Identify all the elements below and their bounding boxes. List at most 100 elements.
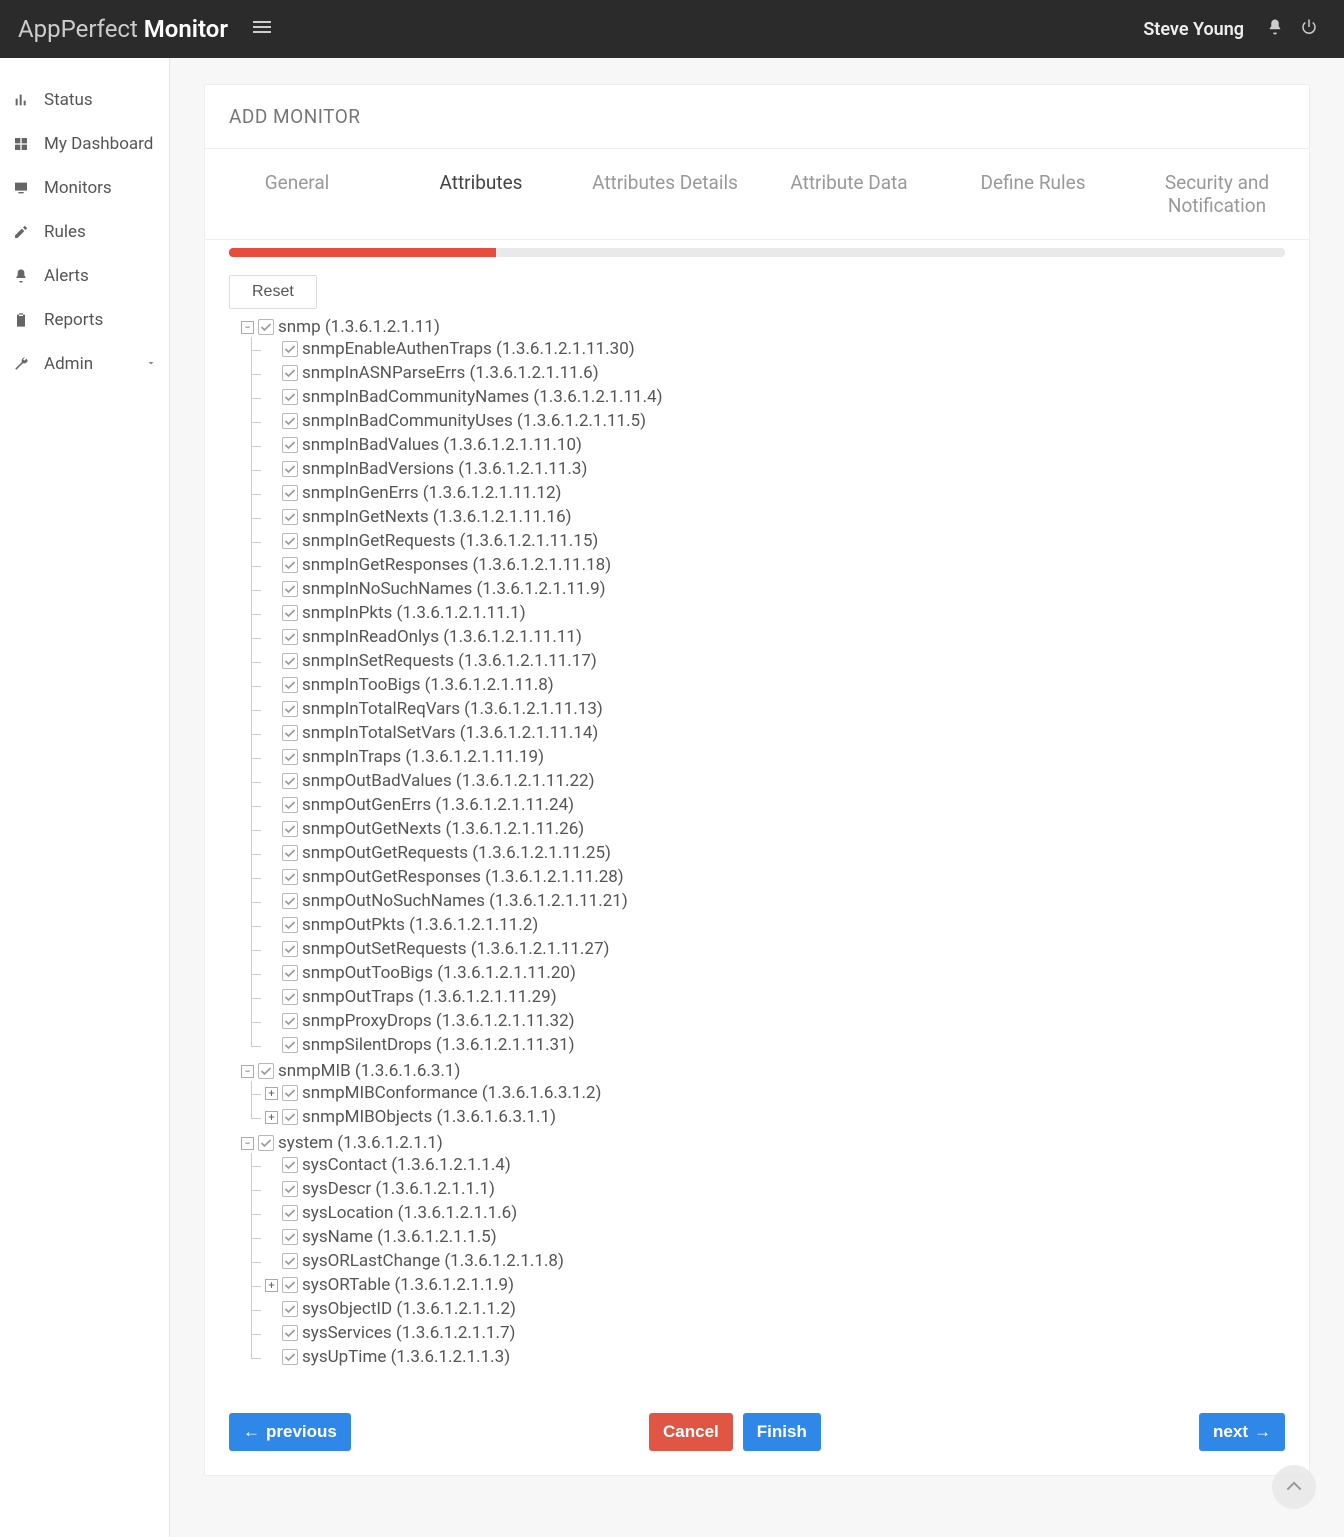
tree-node-label[interactable]: sysUpTime (1.3.6.1.2.1.1.3)	[302, 1347, 510, 1367]
sidebar-item-alerts[interactable]: Alerts	[0, 254, 169, 298]
menu-toggle-icon[interactable]	[250, 15, 274, 44]
tree-checkbox[interactable]	[282, 893, 298, 909]
tree-node-label[interactable]: snmpInTraps (1.3.6.1.2.1.11.19)	[302, 747, 544, 767]
tree-checkbox[interactable]	[258, 319, 274, 335]
tree-checkbox[interactable]	[258, 1135, 274, 1151]
bell-icon[interactable]	[1266, 18, 1284, 41]
wizard-tab-define-rules[interactable]: Define Rules	[941, 149, 1125, 239]
tree-checkbox[interactable]	[282, 365, 298, 381]
reset-button[interactable]: Reset	[229, 275, 317, 309]
tree-node-label[interactable]: snmpInGetRequests (1.3.6.1.2.1.11.15)	[302, 531, 598, 551]
tree-checkbox[interactable]	[282, 1205, 298, 1221]
tree-node-label[interactable]: snmpOutGetRequests (1.3.6.1.2.1.11.25)	[302, 843, 611, 863]
tree-node-label[interactable]: snmpProxyDrops (1.3.6.1.2.1.11.32)	[302, 1011, 575, 1031]
tree-checkbox[interactable]	[258, 1063, 274, 1079]
tree-node-label[interactable]: snmpOutSetRequests (1.3.6.1.2.1.11.27)	[302, 939, 609, 959]
tree-checkbox[interactable]	[282, 1037, 298, 1053]
sidebar-item-rules[interactable]: Rules	[0, 210, 169, 254]
tree-checkbox[interactable]	[282, 749, 298, 765]
tree-checkbox[interactable]	[282, 845, 298, 861]
tree-node-label[interactable]: snmpOutTraps (1.3.6.1.2.1.11.29)	[302, 987, 557, 1007]
tree-node-label[interactable]: snmpMIB (1.3.6.1.6.3.1)	[278, 1061, 460, 1081]
tree-checkbox[interactable]	[282, 485, 298, 501]
tree-checkbox[interactable]	[282, 1181, 298, 1197]
tree-node-label[interactable]: sysServices (1.3.6.1.2.1.1.7)	[302, 1323, 515, 1343]
tree-node-label[interactable]: snmpOutNoSuchNames (1.3.6.1.2.1.11.21)	[302, 891, 628, 911]
tree-checkbox[interactable]	[282, 773, 298, 789]
tree-checkbox[interactable]	[282, 605, 298, 621]
tree-node-label[interactable]: snmpOutPkts (1.3.6.1.2.1.11.2)	[302, 915, 538, 935]
finish-button[interactable]: Finish	[743, 1413, 821, 1451]
tree-expand-icon[interactable]	[265, 1279, 278, 1292]
tree-checkbox[interactable]	[282, 437, 298, 453]
tree-collapse-icon[interactable]	[241, 321, 254, 334]
wizard-tab-attributes-details[interactable]: Attributes Details	[573, 149, 757, 239]
scroll-top-button[interactable]	[1272, 1465, 1316, 1509]
tree-node-label[interactable]: snmpInGetNexts (1.3.6.1.2.1.11.16)	[302, 507, 572, 527]
tree-node-label[interactable]: snmpEnableAuthenTraps (1.3.6.1.2.1.11.30…	[302, 339, 635, 359]
sidebar-item-status[interactable]: Status	[0, 78, 169, 122]
wizard-tab-general[interactable]: General	[205, 149, 389, 239]
tree-node-label[interactable]: snmpInPkts (1.3.6.1.2.1.11.1)	[302, 603, 526, 623]
tree-node-label[interactable]: snmpInBadCommunityUses (1.3.6.1.2.1.11.5…	[302, 411, 646, 431]
tree-checkbox[interactable]	[282, 1109, 298, 1125]
tree-node-label[interactable]: sysORLastChange (1.3.6.1.2.1.1.8)	[302, 1251, 564, 1271]
tree-node-label[interactable]: sysDescr (1.3.6.1.2.1.1.1)	[302, 1179, 495, 1199]
tree-node-label[interactable]: sysName (1.3.6.1.2.1.1.5)	[302, 1227, 497, 1247]
tree-checkbox[interactable]	[282, 941, 298, 957]
tree-checkbox[interactable]	[282, 509, 298, 525]
tree-checkbox[interactable]	[282, 461, 298, 477]
tree-node-label[interactable]: snmpOutBadValues (1.3.6.1.2.1.11.22)	[302, 771, 595, 791]
sidebar-item-admin[interactable]: Admin	[0, 342, 169, 386]
tree-node-label[interactable]: snmpOutGenErrs (1.3.6.1.2.1.11.24)	[302, 795, 574, 815]
wizard-tab-attribute-data[interactable]: Attribute Data	[757, 149, 941, 239]
tree-node-label[interactable]: snmpOutGetResponses (1.3.6.1.2.1.11.28)	[302, 867, 624, 887]
tree-checkbox[interactable]	[282, 581, 298, 597]
tree-node-label[interactable]: snmpInTotalSetVars (1.3.6.1.2.1.11.14)	[302, 723, 598, 743]
tree-checkbox[interactable]	[282, 917, 298, 933]
tree-checkbox[interactable]	[282, 701, 298, 717]
tree-checkbox[interactable]	[282, 869, 298, 885]
tree-node-label[interactable]: snmpInASNParseErrs (1.3.6.1.2.1.11.6)	[302, 363, 599, 383]
sidebar-item-my-dashboard[interactable]: My Dashboard	[0, 122, 169, 166]
tree-collapse-icon[interactable]	[241, 1137, 254, 1150]
tree-node-label[interactable]: snmpInBadValues (1.3.6.1.2.1.11.10)	[302, 435, 582, 455]
tree-checkbox[interactable]	[282, 1253, 298, 1269]
tree-checkbox[interactable]	[282, 413, 298, 429]
tree-expand-icon[interactable]	[265, 1111, 278, 1124]
cancel-button[interactable]: Cancel	[649, 1413, 733, 1451]
tree-node-label[interactable]: sysLocation (1.3.6.1.2.1.1.6)	[302, 1203, 517, 1223]
tree-checkbox[interactable]	[282, 653, 298, 669]
tree-checkbox[interactable]	[282, 725, 298, 741]
tree-checkbox[interactable]	[282, 1013, 298, 1029]
tree-checkbox[interactable]	[282, 965, 298, 981]
tree-node-label[interactable]: snmp (1.3.6.1.2.1.11)	[278, 317, 440, 337]
tree-checkbox[interactable]	[282, 557, 298, 573]
tree-checkbox[interactable]	[282, 341, 298, 357]
tree-node-label[interactable]: snmpOutTooBigs (1.3.6.1.2.1.11.20)	[302, 963, 576, 983]
tree-checkbox[interactable]	[282, 1349, 298, 1365]
tree-node-label[interactable]: system (1.3.6.1.2.1.1)	[278, 1133, 443, 1153]
tree-collapse-icon[interactable]	[241, 1065, 254, 1078]
tree-node-label[interactable]: snmpSilentDrops (1.3.6.1.2.1.11.31)	[302, 1035, 575, 1055]
tree-expand-icon[interactable]	[265, 1087, 278, 1100]
wizard-tab-security-and-notification[interactable]: Security and Notification	[1125, 149, 1309, 239]
tree-node-label[interactable]: snmpOutGetNexts (1.3.6.1.2.1.11.26)	[302, 819, 584, 839]
tree-node-label[interactable]: snmpMIBConformance (1.3.6.1.6.3.1.2)	[302, 1083, 601, 1103]
tree-checkbox[interactable]	[282, 1085, 298, 1101]
tree-node-label[interactable]: snmpInSetRequests (1.3.6.1.2.1.11.17)	[302, 651, 597, 671]
tree-checkbox[interactable]	[282, 989, 298, 1005]
tree-node-label[interactable]: snmpInGetResponses (1.3.6.1.2.1.11.18)	[302, 555, 611, 575]
power-icon[interactable]	[1300, 18, 1318, 41]
sidebar-item-reports[interactable]: Reports	[0, 298, 169, 342]
tree-node-label[interactable]: snmpInBadVersions (1.3.6.1.2.1.11.3)	[302, 459, 587, 479]
next-button[interactable]: next →	[1199, 1413, 1285, 1451]
tree-node-label[interactable]: snmpInReadOnlys (1.3.6.1.2.1.11.11)	[302, 627, 582, 647]
tree-checkbox[interactable]	[282, 797, 298, 813]
tree-node-label[interactable]: sysContact (1.3.6.1.2.1.1.4)	[302, 1155, 511, 1175]
tree-checkbox[interactable]	[282, 1277, 298, 1293]
tree-node-label[interactable]: snmpInBadCommunityNames (1.3.6.1.2.1.11.…	[302, 387, 663, 407]
tree-checkbox[interactable]	[282, 821, 298, 837]
tree-node-label[interactable]: snmpInGenErrs (1.3.6.1.2.1.11.12)	[302, 483, 561, 503]
tree-checkbox[interactable]	[282, 1229, 298, 1245]
